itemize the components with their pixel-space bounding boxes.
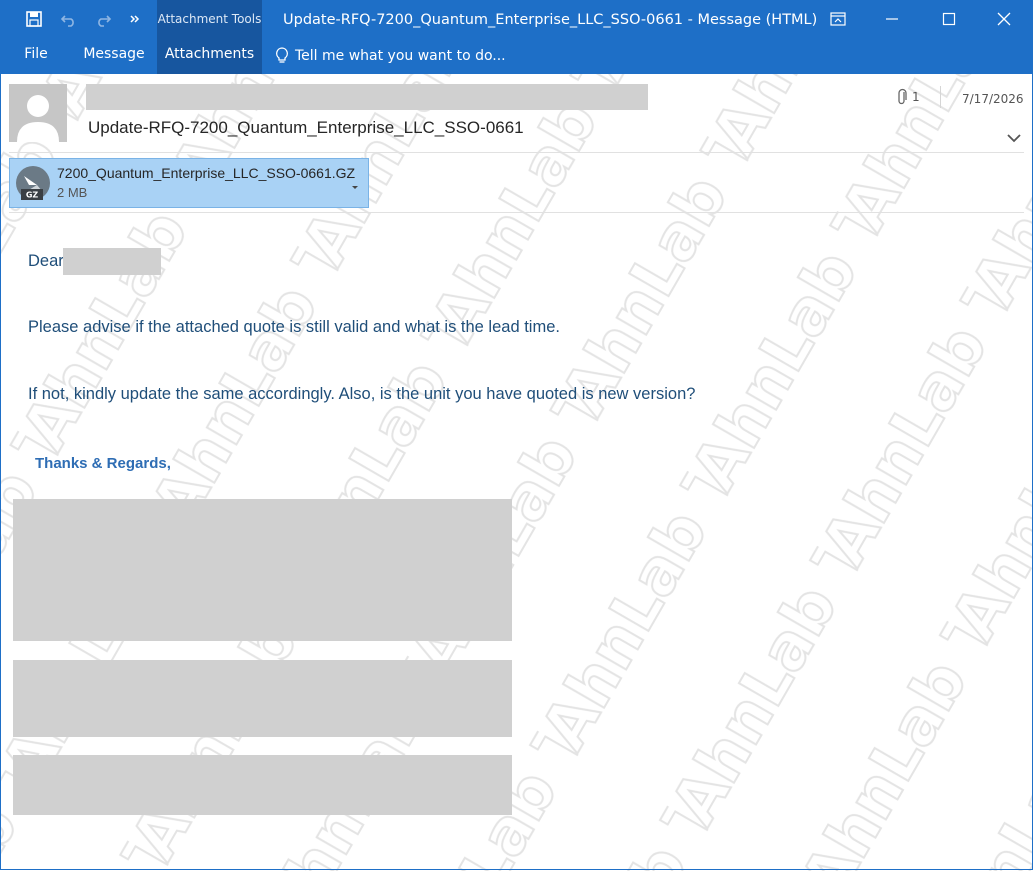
greeting: Dear [28,252,64,270]
tell-me-text: Tell me what you want to do... [295,48,506,64]
ribbon-display-options-icon[interactable] [811,0,865,38]
svg-text:GZ: GZ [26,191,39,200]
signature-regards: Thanks & Regards, [35,455,171,472]
message-subject: Update-RFQ-7200_Quantum_Enterprise_LLC_S… [88,118,524,137]
undo-icon[interactable] [55,0,83,38]
header-divider [9,152,1024,153]
header-separator [940,86,941,108]
attachment-tools-label: Attachment Tools [157,12,262,26]
tab-message[interactable]: Message [76,38,152,74]
lightbulb-icon [276,47,288,63]
sender-redacted [86,84,648,110]
attachment-divider [9,212,1024,213]
tab-file[interactable]: File [14,38,58,74]
quick-access-more-icon[interactable] [124,0,146,38]
attachment-size: 2 MB [57,185,88,200]
save-icon[interactable] [20,0,48,38]
archive-file-icon: GZ [15,165,51,201]
signature-redacted-2 [13,660,512,737]
attachment-name: 7200_Quantum_Enterprise_LLC_SSO-0661.GZ [57,165,356,181]
attachment-count-value: 1 [912,90,920,104]
tell-me-search[interactable]: Tell me what you want to do... [275,38,506,74]
recipient-redacted [63,248,161,275]
minimize-icon[interactable] [865,0,919,38]
signature-redacted-3 [13,755,512,815]
signature-redacted-1 [13,499,512,641]
body-line-1: Please advise if the attached quote is s… [28,318,560,336]
ribbon: File Message Attachments Tell me what yo… [0,38,1033,74]
body-line-2: If not, kindly update the same according… [28,385,696,403]
maximize-icon[interactable] [922,0,976,38]
attachment-dropdown-icon[interactable] [350,177,360,196]
message-date: 7/17/2026 [962,92,1024,106]
chevron-down-icon[interactable] [1006,128,1022,147]
tab-attachments[interactable]: Attachments [157,38,262,74]
attachment-count: 1 [896,88,920,106]
paperclip-icon [898,88,907,105]
close-icon[interactable] [977,0,1031,38]
window-title: Update-RFQ-7200_Quantum_Enterprise_LLC_S… [283,12,818,28]
avatar [9,84,67,142]
attachment-card[interactable]: GZ 7200_Quantum_Enterprise_LLC_SSO-0661.… [9,158,369,208]
redo-icon[interactable] [89,0,117,38]
